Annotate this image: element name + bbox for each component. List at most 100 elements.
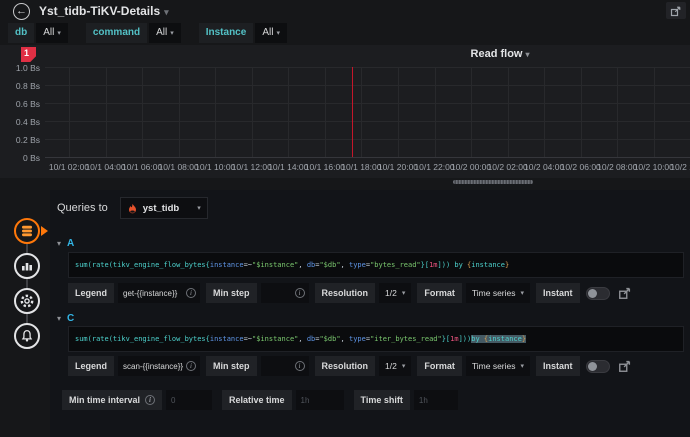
resolution-select[interactable]: 1/2 ▾ — [379, 283, 411, 303]
variable-command-value-dropdown[interactable]: All▾ — [149, 23, 181, 43]
chart-plot-area[interactable] — [45, 67, 690, 157]
gridline — [471, 67, 472, 157]
annotation-line[interactable] — [352, 67, 353, 157]
query-ref-id: C — [67, 313, 74, 324]
active-tab-pointer — [41, 226, 48, 236]
template-variables-row: db All▾ command All▾ Instance All▾ — [8, 23, 305, 43]
query-share-icon[interactable] — [618, 286, 632, 300]
query-row-header-c[interactable]: ▾ C — [57, 311, 74, 326]
y-tick-label: 0.2 Bs — [2, 135, 40, 145]
info-icon: i — [295, 288, 305, 298]
relative-time-label: Relative time — [222, 390, 292, 410]
query-ref-id: A — [67, 238, 74, 249]
queries-to-label: Queries to — [57, 202, 108, 214]
resolution-label: Resolution — [315, 283, 376, 303]
resolution-label: Resolution — [315, 356, 376, 376]
tab-alert[interactable] — [14, 323, 40, 349]
legend-input-wrap: i — [118, 283, 200, 303]
time-shift-label: Time shift — [354, 390, 410, 410]
legend-input[interactable] — [123, 283, 186, 303]
y-tick-label: 0.8 Bs — [2, 81, 40, 91]
gear-icon — [19, 293, 35, 309]
instant-toggle[interactable] — [586, 287, 610, 300]
info-icon: i — [295, 361, 305, 371]
share-dashboard-button[interactable] — [666, 2, 686, 19]
gridline — [106, 67, 107, 157]
x-tick-label: 10/2 12:00 — [667, 162, 690, 172]
gridline — [142, 67, 143, 157]
y-tick-label: 0.6 Bs — [2, 99, 40, 109]
gridline — [215, 67, 216, 157]
share-icon — [670, 5, 682, 17]
time-shift-input[interactable] — [419, 390, 454, 410]
panel-title-menu[interactable]: Read flow▾ — [471, 48, 530, 60]
gridline — [435, 67, 436, 157]
chevron-down-icon: ▾ — [276, 30, 280, 37]
dashboard-title[interactable]: Yst_tidb-TiKV-Details▾ — [39, 4, 169, 18]
collapse-caret-icon: ▾ — [57, 239, 61, 248]
read-flow-panel: 1 Read flow▾ 1.0 Bs0.8 Bs0.6 Bs0.4 Bs0.2… — [0, 45, 690, 178]
chevron-down-icon: ▾ — [164, 7, 169, 17]
query-expression-input-c[interactable]: sum(rate(tikv_engine_flow_bytes{instance… — [68, 326, 684, 352]
gridline — [45, 157, 690, 158]
variable-instance: Instance All▾ — [199, 23, 287, 43]
instant-toggle[interactable] — [586, 360, 610, 373]
y-tick-label: 0 Bs — [2, 153, 40, 163]
tab-rail-connector — [26, 231, 28, 336]
relative-time-input-wrap — [296, 390, 344, 410]
chevron-down-icon: ▾ — [170, 30, 174, 37]
tab-queries[interactable] — [14, 218, 40, 244]
variable-command-label: command — [86, 23, 147, 43]
resolution-select[interactable]: 1/2 ▾ — [379, 356, 411, 376]
y-tick-label: 1.0 Bs — [2, 63, 40, 73]
min-step-input-wrap: i — [261, 283, 309, 303]
min-time-interval-input-wrap — [166, 390, 212, 410]
legend-input[interactable] — [123, 356, 186, 376]
query-options-row-a: Legend i Min step i Resolution 1/2 ▾ For… — [68, 283, 632, 303]
back-button[interactable]: ← — [13, 3, 30, 20]
chevron-down-icon: ▾ — [402, 362, 406, 370]
format-select[interactable]: Time series ▾ — [466, 283, 530, 303]
bell-icon — [19, 328, 35, 344]
query-expression-input-a[interactable]: sum(rate(tikv_engine_flow_bytes{instance… — [68, 252, 684, 278]
datasource-name: yst_tidb — [143, 203, 197, 214]
format-select[interactable]: Time series ▾ — [466, 356, 530, 376]
min-step-input[interactable] — [266, 356, 295, 376]
horizontal-scrollbar-thumb[interactable] — [453, 180, 533, 184]
chevron-down-icon: ▾ — [197, 204, 201, 212]
tab-general[interactable] — [14, 288, 40, 314]
variable-instance-value-dropdown[interactable]: All▾ — [255, 23, 287, 43]
chevron-down-icon: ▾ — [521, 289, 525, 297]
variable-db: db All▾ — [8, 23, 68, 43]
min-time-interval-label: Min time intervali — [62, 390, 162, 410]
min-time-interval-input[interactable] — [171, 390, 208, 410]
legend-label: Legend — [68, 283, 114, 303]
variable-command: command All▾ — [86, 23, 181, 43]
relative-time-input[interactable] — [301, 390, 340, 410]
promql-expression: sum(rate(tikv_engine_flow_bytes{instance… — [75, 335, 526, 343]
back-arrow-icon: ← — [16, 5, 27, 17]
toggle-knob — [588, 362, 597, 371]
gridline — [361, 67, 362, 157]
queries-header: Queries to yst_tidb ▾ — [57, 197, 208, 219]
bar-chart-icon — [19, 258, 35, 274]
min-step-input[interactable] — [266, 283, 295, 303]
tab-visualization[interactable] — [14, 253, 40, 279]
gridline — [325, 67, 326, 157]
datasource-picker[interactable]: yst_tidb ▾ — [120, 197, 208, 219]
variable-db-label: db — [8, 23, 34, 43]
query-row-header-a[interactable]: ▾ A — [57, 236, 74, 251]
chevron-down-icon: ▾ — [521, 362, 525, 370]
promql-expression: sum(rate(tikv_engine_flow_bytes{instance… — [75, 261, 509, 269]
min-step-label: Min step — [206, 356, 257, 376]
annotation-badge[interactable]: 1 — [21, 47, 36, 62]
gridline — [179, 67, 180, 157]
time-shift-input-wrap — [414, 390, 458, 410]
query-share-icon[interactable] — [618, 359, 632, 373]
navbar: ← Yst_tidb-TiKV-Details▾ — [0, 0, 690, 22]
gridline — [508, 67, 509, 157]
database-icon — [19, 223, 35, 239]
variable-db-value-dropdown[interactable]: All▾ — [36, 23, 68, 43]
gridline — [544, 67, 545, 157]
gridline — [288, 67, 289, 157]
